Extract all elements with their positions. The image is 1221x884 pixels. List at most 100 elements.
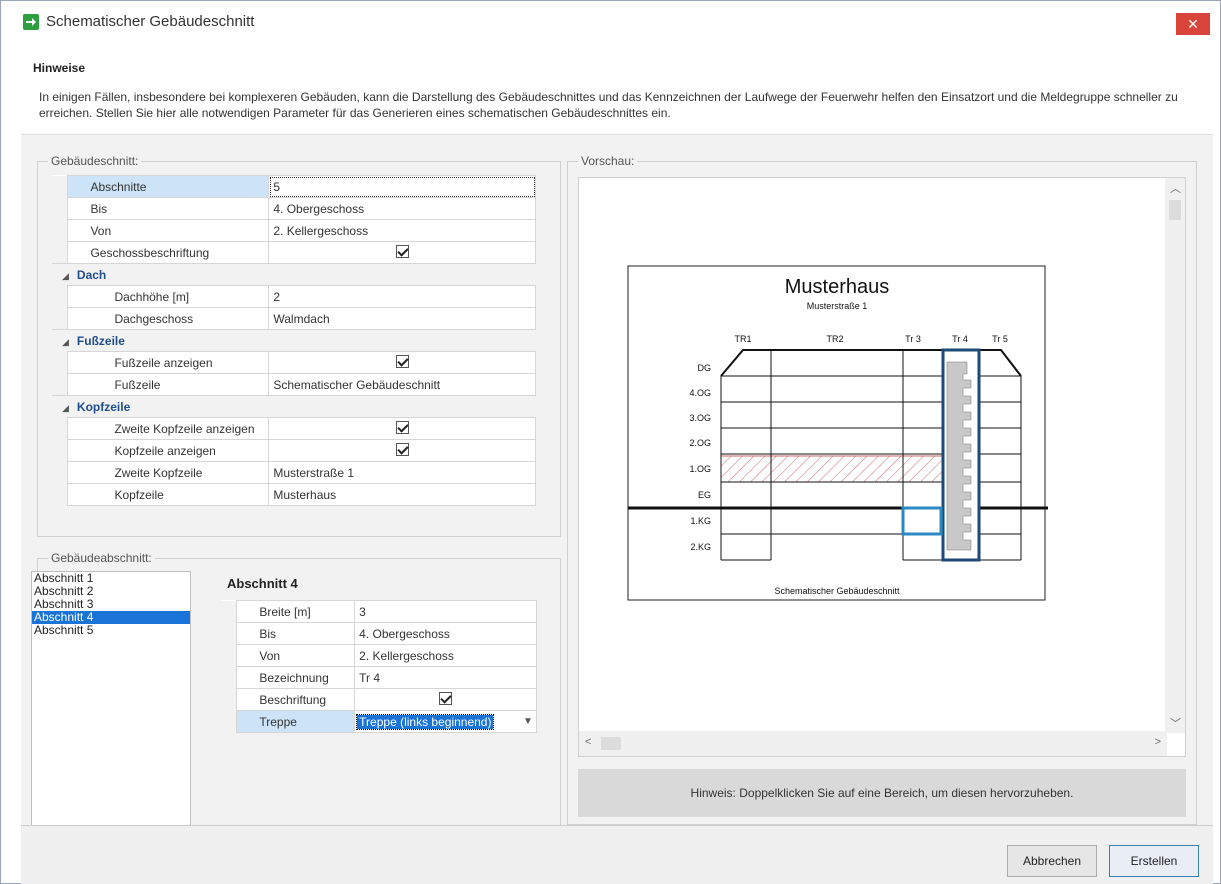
prop-label: Fußzeile anzeigen (67, 351, 270, 374)
floor-label: 2.OG (689, 438, 711, 448)
prop-row-beschriftung[interactable]: Beschriftung (221, 688, 537, 711)
prop-label: Kopfzeile (67, 483, 270, 506)
cancel-button[interactable]: Abbrechen (1007, 845, 1097, 877)
treppe-selected-value: Treppe (links beginnend) (356, 713, 495, 730)
hinweise-title: Hinweise (33, 61, 86, 75)
floor-label: 3.OG (689, 413, 711, 423)
prop-label: Kopfzeile anzeigen (67, 439, 270, 462)
prop-row-zweite-kopfzeile-anzeigen[interactable]: Zweite Kopfzeile anzeigen (52, 417, 536, 440)
prop-row-kopfzeile[interactable]: Kopfzeile Musterhaus (52, 483, 536, 506)
prop-row-dachhoehe[interactable]: Dachhöhe [m] 2 (52, 285, 536, 308)
gebaeudeabschnitt-legend: Gebäudeabschnitt: (48, 551, 155, 565)
bis-value[interactable]: 4. Obergeschoss (268, 197, 536, 220)
chevron-left-icon[interactable]: < (585, 736, 591, 748)
window-title: Schematischer Gebäudeschnitt (46, 13, 255, 30)
dialog-window: Schematischer Gebäudeschnitt ✕ Hinweise … (0, 0, 1221, 884)
category-fusszeile[interactable]: ◢ Fußzeile (52, 329, 536, 352)
prop-label: Bis (67, 197, 270, 220)
scroll-thumb[interactable] (1169, 200, 1181, 220)
prop-row-bezeichnung[interactable]: Bezeichnung Tr 4 (221, 666, 537, 689)
prop-label: Dachgeschoss (67, 307, 270, 330)
prop-row-abschnitte[interactable]: Abschnitte 5 (52, 175, 536, 198)
prop-row-zweite-kopfzeile[interactable]: Zweite Kopfzeile Musterstraße 1 (52, 461, 536, 484)
chevron-right-icon[interactable]: > (1155, 736, 1161, 748)
preview-hint-text: Hinweis: Doppelklicken Sie auf eine Bere… (690, 786, 1074, 800)
hinweise-section: Hinweise In einigen Fällen, insbesondere… (21, 41, 1213, 135)
prop-row-breite[interactable]: Breite [m] 3 (221, 600, 537, 623)
preview-canvas[interactable]: Musterhaus Musterstraße 1 TR1 TR2 Tr 3 T… (578, 177, 1186, 757)
close-button[interactable]: ✕ (1176, 13, 1210, 35)
drawing-footer: Schematischer Gebäudeschnitt (774, 586, 900, 596)
breite-value[interactable]: 3 (354, 600, 537, 623)
geschossbeschriftung-checkbox[interactable] (395, 244, 409, 258)
prop-label: Bis (236, 622, 356, 645)
prop-label: Abschnitte (67, 175, 270, 198)
preview-hint-bar: Hinweis: Doppelklicken Sie auf eine Bere… (578, 769, 1186, 817)
fusszeile-value[interactable]: Schematischer Gebäudeschnitt (268, 373, 536, 396)
floor-label: EG (698, 490, 711, 500)
building-section-drawing[interactable]: Musterhaus Musterstraße 1 TR1 TR2 Tr 3 T… (579, 178, 1167, 733)
prop-row-bis[interactable]: Bis 4. Obergeschoss (52, 197, 536, 220)
abschnitte-input[interactable]: 5 (268, 175, 536, 198)
prop-row-kopfzeile-anzeigen[interactable]: Kopfzeile anzeigen (52, 439, 536, 462)
dachgeschoss-value[interactable]: Walmdach (268, 307, 536, 330)
kopfzeile-value[interactable]: Musterhaus (268, 483, 536, 506)
prop-label: Fußzeile (67, 373, 270, 396)
section-label: Tr 5 (992, 334, 1008, 344)
prop-label: Treppe (236, 710, 356, 733)
collapse-triangle-icon[interactable]: ◢ (62, 337, 69, 347)
von-value[interactable]: 2. Kellergeschoss (268, 219, 536, 242)
prop-row-treppe[interactable]: Treppe Treppe (links beginnend) ▼ (221, 710, 537, 733)
fusszeile-anzeigen-checkbox[interactable] (395, 354, 409, 368)
drawing-title: Musterhaus (785, 276, 890, 298)
arrow-right-icon (23, 14, 39, 30)
zweite-kopfzeile-anzeigen-checkbox[interactable] (395, 420, 409, 434)
bis-value[interactable]: 4. Obergeschoss (354, 622, 537, 645)
list-item[interactable]: Abschnitt 5 (32, 624, 190, 637)
abschnitt-list[interactable]: Abschnitt 1 Abschnitt 2 Abschnitt 3 Absc… (31, 571, 191, 826)
hinweise-text: In einigen Fällen, insbesondere bei komp… (39, 90, 1178, 120)
section-label: Tr 4 (952, 334, 968, 344)
treppe-dropdown[interactable]: Treppe (links beginnend) ▼ (356, 712, 536, 732)
zweite-kopfzeile-value[interactable]: Musterstraße 1 (268, 461, 536, 484)
category-label: Dach (76, 267, 107, 282)
prop-row-von[interactable]: Von 2. Kellergeschoss (221, 644, 537, 667)
prop-row-von[interactable]: Von 2. Kellergeschoss (52, 219, 536, 242)
collapse-triangle-icon[interactable]: ◢ (62, 403, 69, 413)
scroll-thumb[interactable] (601, 737, 621, 750)
dialog-footer: Abbrechen Erstellen (21, 825, 1213, 884)
prop-row-fusszeile-anzeigen[interactable]: Fußzeile anzeigen (52, 351, 536, 374)
floor-label: 4.OG (689, 388, 711, 398)
vorschau-legend: Vorschau: (578, 154, 638, 168)
category-kopfzeile[interactable]: ◢ Kopfzeile (52, 395, 536, 418)
prop-row-geschossbeschriftung[interactable]: Geschossbeschriftung (52, 241, 536, 264)
prop-row-dachgeschoss[interactable]: Dachgeschoss Walmdach (52, 307, 536, 330)
category-dach[interactable]: ◢ Dach (52, 263, 536, 286)
floor-label: DG (698, 363, 712, 373)
prop-label: Zweite Kopfzeile anzeigen (67, 417, 270, 440)
prop-label: Dachhöhe [m] (67, 285, 270, 308)
prop-label: Beschriftung (236, 688, 356, 711)
von-value[interactable]: 2. Kellergeschoss (354, 644, 537, 667)
category-label: Fußzeile (76, 333, 125, 348)
chevron-down-icon[interactable]: ﹀ (1170, 715, 1181, 731)
prop-label: Bezeichnung (236, 666, 356, 689)
create-button[interactable]: Erstellen (1109, 845, 1199, 877)
vertical-scrollbar[interactable]: ︿ ﹀ (1165, 178, 1185, 733)
horizontal-scrollbar[interactable]: < > (579, 731, 1167, 756)
prop-row-fusszeile[interactable]: Fußzeile Schematischer Gebäudeschnitt (52, 373, 536, 396)
chevron-up-icon[interactable]: ︿ (1170, 180, 1181, 196)
chevron-down-icon[interactable]: ▼ (520, 716, 536, 727)
kopfzeile-anzeigen-checkbox[interactable] (395, 442, 409, 456)
collapse-triangle-icon[interactable]: ◢ (62, 271, 69, 281)
title-bar: Schematischer Gebäudeschnitt ✕ (1, 1, 1220, 41)
bezeichnung-value[interactable]: Tr 4 (354, 666, 537, 689)
section-label: TR2 (826, 334, 843, 344)
highlighted-floor (720, 455, 979, 483)
gebaeudeschnitt-property-grid: Abschnitte 5 Bis 4. Obergeschoss Von 2. … (52, 175, 536, 506)
prop-row-bis[interactable]: Bis 4. Obergeschoss (221, 622, 537, 645)
beschriftung-checkbox[interactable] (439, 691, 453, 705)
prop-label: Zweite Kopfzeile (67, 461, 270, 484)
dachhoehe-value[interactable]: 2 (268, 285, 536, 308)
floor-label: 2.KG (690, 542, 711, 552)
